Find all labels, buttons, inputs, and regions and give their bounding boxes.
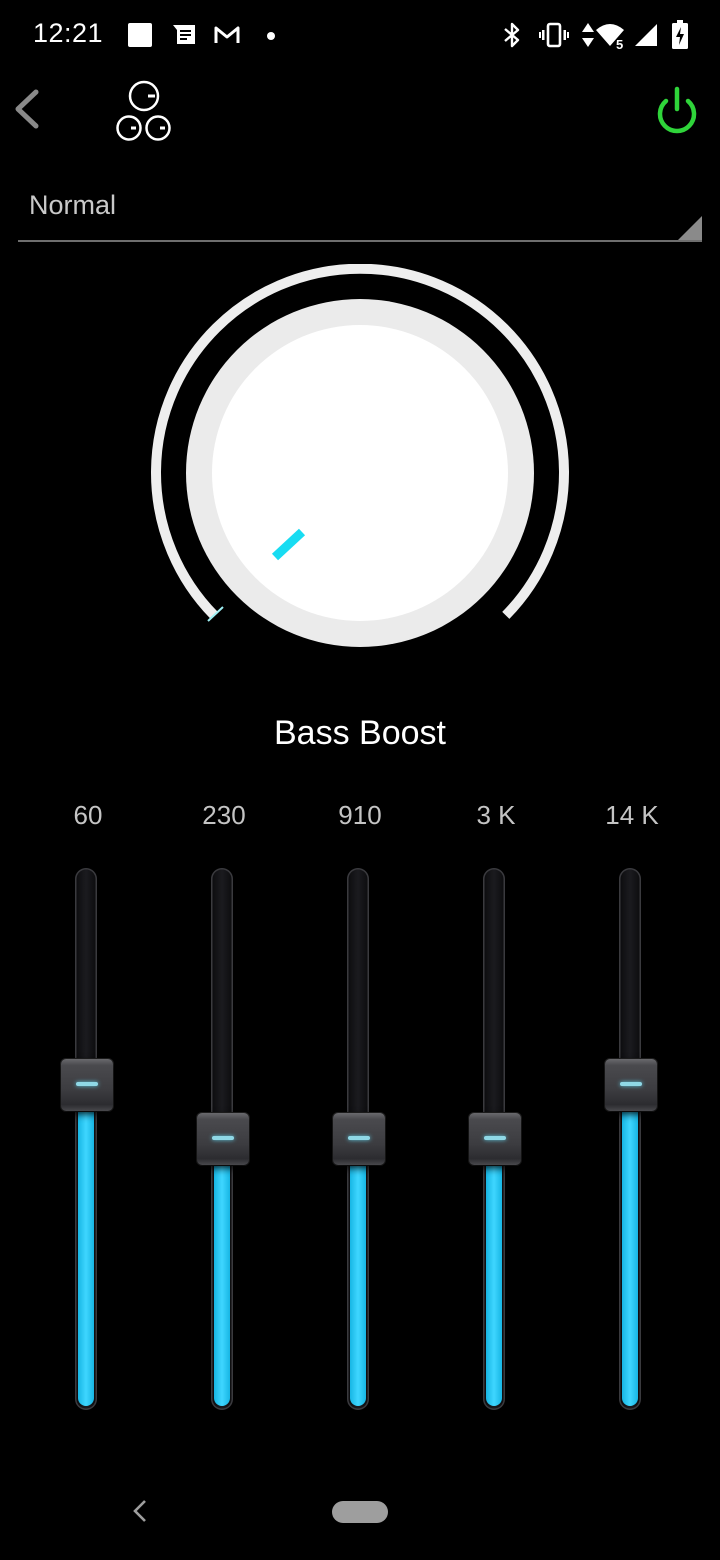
slider-fill	[350, 1139, 366, 1406]
band-label: 910	[338, 800, 382, 830]
three-knobs-icon	[116, 80, 171, 141]
wifi-badge: 5	[616, 37, 623, 50]
thumb-grip-icon	[348, 1136, 370, 1140]
home-button[interactable]	[332, 1501, 388, 1523]
slider-thumb[interactable]	[333, 1113, 385, 1165]
bluetooth-icon	[504, 22, 520, 48]
message-notification-icon	[173, 25, 195, 44]
slider-fill	[622, 1084, 638, 1406]
band-label: 60	[73, 800, 103, 830]
more-notifications-dot-icon	[267, 32, 275, 40]
slider-thumb[interactable]	[61, 1058, 113, 1111]
eq-slider-14k[interactable]	[592, 866, 672, 1414]
slider-fill	[214, 1139, 230, 1406]
nav-back-icon	[133, 1500, 146, 1522]
back-button[interactable]	[8, 86, 44, 132]
preset-selected-value: Normal	[29, 190, 117, 220]
knob-face	[212, 325, 508, 621]
eq-slider-3k[interactable]	[456, 866, 536, 1414]
slider-thumb[interactable]	[469, 1113, 521, 1165]
signal-icon	[635, 24, 657, 46]
wifi-icon: 5	[596, 24, 624, 50]
thumb-grip-icon	[76, 1081, 98, 1086]
bass-boost-label: Bass Boost	[274, 714, 446, 752]
battery-charging-icon	[672, 20, 688, 49]
band-label: 3 K	[476, 800, 516, 830]
bass-boost-knob[interactable]	[150, 264, 570, 684]
slider-fill	[78, 1084, 94, 1406]
data-transfer-icon	[582, 23, 594, 47]
thumb-grip-icon	[620, 1081, 642, 1086]
dropdown-arrow-icon	[678, 216, 702, 240]
thumb-grip-icon	[484, 1136, 506, 1140]
eq-slider-230[interactable]	[184, 866, 264, 1414]
eq-slider-60[interactable]	[48, 866, 128, 1414]
slider-thumb[interactable]	[197, 1113, 249, 1165]
band-label: 230	[202, 800, 246, 830]
thumb-grip-icon	[212, 1136, 234, 1140]
vibrate-icon	[539, 22, 569, 48]
power-icon	[657, 86, 697, 134]
band-label: 14 K	[605, 800, 659, 830]
app-square-icon	[128, 23, 152, 47]
preset-dropdown[interactable]: Normal	[18, 182, 702, 242]
status-time: 12:21	[33, 18, 104, 48]
gmail-icon	[214, 26, 240, 43]
nav-back-button[interactable]	[128, 1496, 152, 1526]
dropdown-underline	[18, 240, 702, 242]
eq-slider-910[interactable]	[320, 866, 400, 1414]
slider-thumb[interactable]	[605, 1058, 657, 1111]
slider-fill	[486, 1139, 502, 1406]
power-button[interactable]	[652, 84, 702, 136]
